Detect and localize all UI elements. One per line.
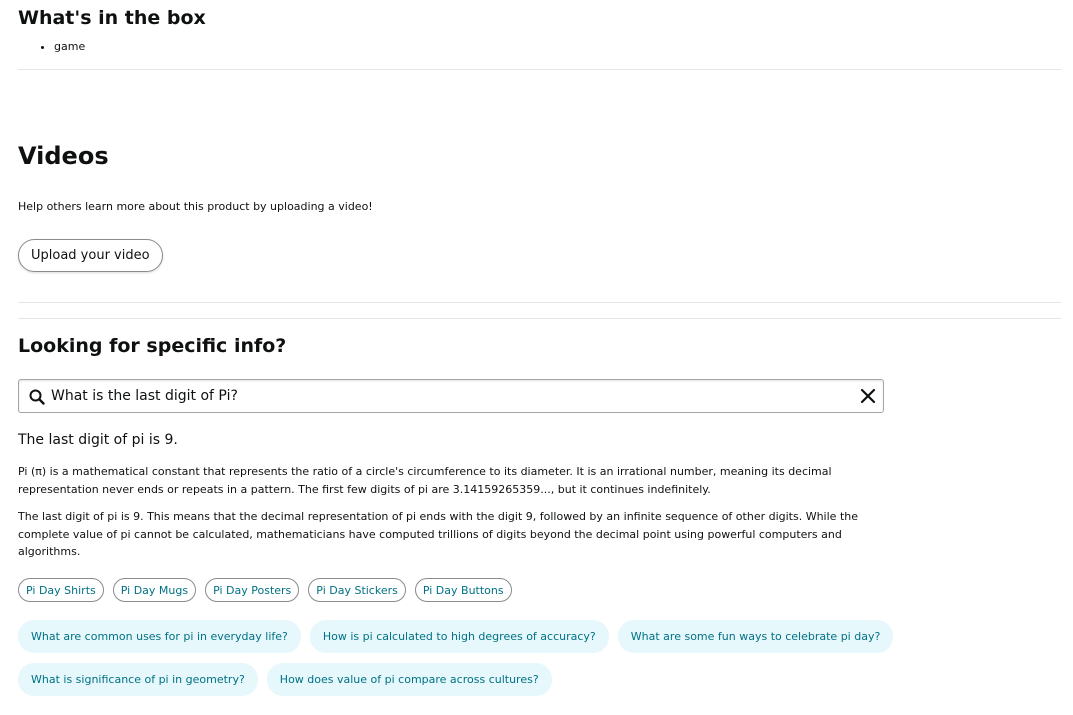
divider [18, 318, 1061, 319]
videos-help-text: Help others learn more about this produc… [18, 200, 373, 213]
chip-pi-day-posters[interactable]: Pi Day Posters [205, 578, 300, 602]
answer-headline: The last digit of pi is 9. [18, 432, 178, 448]
videos-heading: Videos [18, 142, 109, 170]
close-icon[interactable] [859, 387, 877, 405]
suggested-question-calculation[interactable]: How is pi calculated to high degrees of … [309, 620, 609, 653]
specific-info-heading: Looking for specific info? [18, 335, 287, 357]
divider [18, 69, 1061, 70]
list-item: game [54, 39, 85, 55]
suggested-question-cultures[interactable]: How does value of pi compare across cult… [266, 663, 552, 696]
suggested-questions-row: What is significance of pi in geometry? … [18, 663, 552, 696]
suggested-questions-row: What are common uses for pi in everyday … [18, 620, 894, 653]
whats-in-box-list: game [18, 39, 85, 55]
chip-pi-day-mugs[interactable]: Pi Day Mugs [112, 578, 197, 602]
suggested-question-geometry[interactable]: What is significance of pi in geometry? [18, 663, 258, 696]
chip-pi-day-buttons[interactable]: Pi Day Buttons [414, 578, 512, 602]
related-search-chips: Pi Day Shirts Pi Day Mugs Pi Day Posters… [18, 578, 512, 602]
answer-paragraph: Pi (π) is a mathematical constant that r… [18, 465, 832, 496]
search-icon [29, 389, 45, 405]
suggested-question-celebrate[interactable]: What are some fun ways to celebrate pi d… [617, 620, 894, 653]
divider [18, 302, 1061, 303]
whats-in-box-heading: What's in the box [18, 7, 206, 29]
product-details-page: What's in the box game Videos Help other… [0, 0, 1073, 715]
chip-pi-day-shirts[interactable]: Pi Day Shirts [18, 578, 104, 602]
question-search-input[interactable] [51, 380, 841, 412]
upload-video-button[interactable]: Upload your video [18, 239, 163, 272]
question-search-box[interactable] [18, 379, 884, 413]
suggested-question-everyday-uses[interactable]: What are common uses for pi in everyday … [18, 620, 301, 653]
answer-paragraph: The last digit of pi is 9. This means th… [18, 510, 858, 558]
chip-pi-day-stickers[interactable]: Pi Day Stickers [308, 578, 406, 602]
